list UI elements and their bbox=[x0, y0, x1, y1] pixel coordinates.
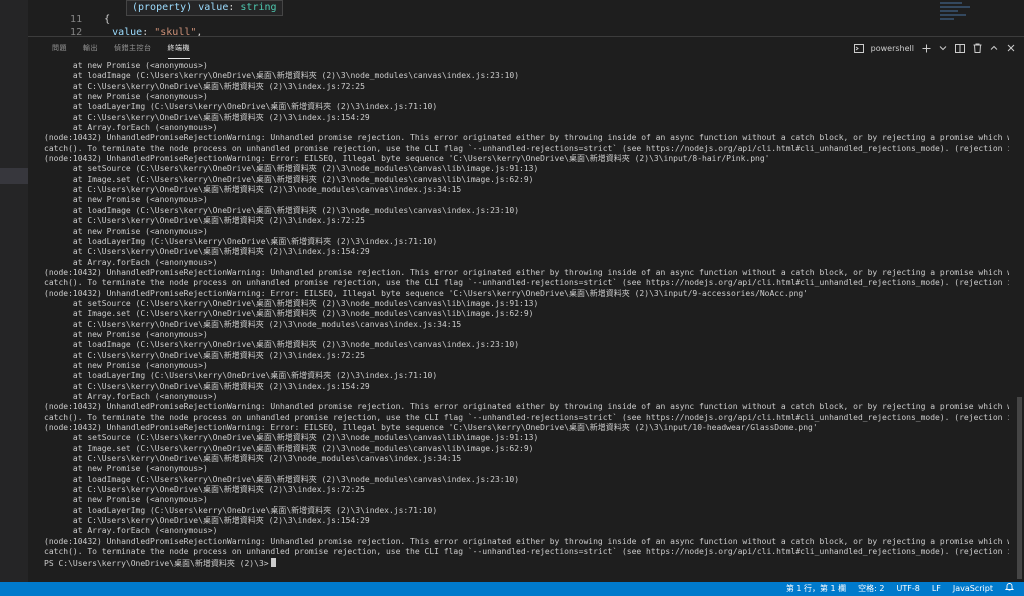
terminal-line: at setSource (C:\Users\kerry\OneDrive\桌面… bbox=[44, 298, 539, 308]
bottom-panel: 問題 輸出 偵錯主控台 終端機 powershell at new Promis… bbox=[28, 36, 1024, 583]
terminal-line: at C:\Users\kerry\OneDrive\桌面\新增資料夾 (2)\… bbox=[44, 319, 462, 329]
terminal-line: at new Promise (<anonymous>) bbox=[44, 195, 208, 205]
terminal-line: at new Promise (<anonymous>) bbox=[44, 226, 208, 236]
hover-tooltip: (property) value: string bbox=[126, 0, 283, 16]
terminal-line: at loadLayerImg (C:\Users\kerry\OneDrive… bbox=[44, 236, 438, 246]
plus-icon[interactable] bbox=[921, 41, 931, 55]
terminal-line: at C:\Users\kerry\OneDrive\桌面\新增資料夾 (2)\… bbox=[44, 81, 365, 91]
panel-actions: powershell bbox=[853, 37, 1016, 59]
status-cursor-position[interactable]: 第 1 行，第 1 欄 bbox=[786, 582, 846, 596]
terminal-output[interactable]: at new Promise (<anonymous>) at loadImag… bbox=[44, 61, 1009, 581]
close-icon[interactable] bbox=[1006, 41, 1016, 55]
terminal-line: catch(). To terminate the node process o… bbox=[44, 547, 1009, 557]
terminal-line: at C:\Users\kerry\OneDrive\桌面\新增資料夾 (2)\… bbox=[44, 185, 462, 195]
terminal-line: at new Promise (<anonymous>) bbox=[44, 329, 208, 339]
hover-name: value bbox=[198, 2, 229, 13]
chevron-up-icon[interactable] bbox=[989, 41, 999, 55]
terminal-line: (node:10432) UnhandledPromiseRejectionWa… bbox=[44, 402, 1009, 412]
terminal-line: at loadImage (C:\Users\kerry\OneDrive\桌面… bbox=[44, 205, 520, 215]
terminal-line: at C:\Users\kerry\OneDrive\桌面\新增資料夾 (2)\… bbox=[44, 516, 370, 526]
terminal-line: at loadLayerImg (C:\Users\kerry\OneDrive… bbox=[44, 505, 438, 515]
status-language[interactable]: JavaScript bbox=[953, 582, 993, 596]
shell-selector[interactable]: powershell bbox=[871, 44, 914, 53]
status-indentation[interactable]: 空格: 2 bbox=[858, 582, 884, 596]
terminal-scrollbar[interactable] bbox=[1017, 397, 1022, 579]
code-line: 13from: 1, bbox=[28, 26, 160, 36]
hover-type: string bbox=[240, 2, 277, 13]
code-string: "skull" bbox=[154, 27, 197, 36]
terminal-line: at setSource (C:\Users\kerry\OneDrive\桌面… bbox=[44, 433, 539, 443]
chevron-down-icon[interactable] bbox=[938, 41, 948, 55]
terminal-line: at loadLayerImg (C:\Users\kerry\OneDrive… bbox=[44, 102, 438, 112]
terminal-line: (node:10432) UnhandledPromiseRejectionWa… bbox=[44, 267, 1009, 277]
terminal-line: at Array.forEach (<anonymous>) bbox=[44, 257, 218, 267]
tab-debug-console[interactable]: 偵錯主控台 bbox=[106, 37, 160, 59]
status-line-ending[interactable]: LF bbox=[932, 582, 941, 596]
terminal-line: catch(). To terminate the node process o… bbox=[44, 278, 1009, 288]
text-cursor bbox=[270, 557, 276, 567]
terminal-line: at new Promise (<anonymous>) bbox=[44, 495, 208, 505]
sidebar-highlight bbox=[0, 168, 28, 184]
terminal-line: at Array.forEach (<anonymous>) bbox=[44, 392, 218, 401]
terminal-line: at Image.set (C:\Users\kerry\OneDrive\桌面… bbox=[44, 174, 534, 184]
terminal-line: at C:\Users\kerry\OneDrive\桌面\新增資料夾 (2)\… bbox=[44, 350, 365, 360]
terminal-line: at Array.forEach (<anonymous>) bbox=[44, 123, 218, 133]
code-line: 11{ bbox=[28, 0, 110, 25]
terminal-line: (node:10432) UnhandledPromiseRejectionWa… bbox=[44, 154, 770, 164]
terminal-line: catch(). To terminate the node process o… bbox=[44, 412, 1009, 422]
bell-icon[interactable] bbox=[1004, 582, 1015, 596]
terminal-line: (node:10432) UnhandledPromiseRejectionWa… bbox=[44, 133, 1009, 143]
sidebar-strip bbox=[0, 0, 29, 582]
code-editor[interactable]: 11{ 12value: "skull", 13from: 1, (proper… bbox=[28, 0, 1024, 36]
split-icon[interactable] bbox=[955, 41, 965, 55]
terminal-line: at Array.forEach (<anonymous>) bbox=[44, 526, 218, 536]
panel-tabs: 問題 輸出 偵錯主控台 終端機 bbox=[44, 37, 198, 59]
minimap[interactable] bbox=[940, 0, 980, 36]
terminal-line: at new Promise (<anonymous>) bbox=[44, 61, 208, 70]
terminal-line: at setSource (C:\Users\kerry\OneDrive\桌面… bbox=[44, 164, 539, 174]
terminal-line: catch(). To terminate the node process o… bbox=[44, 143, 1009, 153]
terminal-line: (node:10432) UnhandledPromiseRejectionWa… bbox=[44, 288, 809, 298]
terminal-line: (node:10432) UnhandledPromiseRejectionWa… bbox=[44, 536, 1009, 546]
terminal-line: at new Promise (<anonymous>) bbox=[44, 464, 208, 474]
terminal-prompt[interactable]: PS C:\Users\kerry\OneDrive\桌面\新增資料夾 (2)\… bbox=[44, 557, 1009, 568]
tab-output[interactable]: 輸出 bbox=[75, 37, 106, 59]
terminal-line: at Image.set (C:\Users\kerry\OneDrive\桌面… bbox=[44, 443, 534, 453]
terminal-line: at C:\Users\kerry\OneDrive\桌面\新增資料夾 (2)\… bbox=[44, 381, 370, 391]
tab-terminal[interactable]: 終端機 bbox=[160, 37, 199, 59]
status-bar: 第 1 行，第 1 欄 空格: 2 UTF-8 LF JavaScript bbox=[0, 582, 1024, 596]
terminal-line: at C:\Users\kerry\OneDrive\桌面\新增資料夾 (2)\… bbox=[44, 112, 370, 122]
terminal-line: at loadImage (C:\Users\kerry\OneDrive\桌面… bbox=[44, 474, 520, 484]
prompt-text: PS C:\Users\kerry\OneDrive\桌面\新增資料夾 (2)\… bbox=[44, 558, 269, 568]
terminal-line: at C:\Users\kerry\OneDrive\桌面\新增資料夾 (2)\… bbox=[44, 454, 462, 464]
terminal-line: at loadImage (C:\Users\kerry\OneDrive\桌面… bbox=[44, 71, 520, 81]
terminal-line: at Image.set (C:\Users\kerry\OneDrive\桌面… bbox=[44, 309, 534, 319]
terminal-line: (node:10432) UnhandledPromiseRejectionWa… bbox=[44, 423, 818, 433]
terminal-line: at C:\Users\kerry\OneDrive\桌面\新增資料夾 (2)\… bbox=[44, 247, 370, 257]
terminal-line: at C:\Users\kerry\OneDrive\桌面\新增資料夾 (2)\… bbox=[44, 485, 365, 495]
terminal-icon bbox=[853, 41, 864, 55]
terminal-line: at loadImage (C:\Users\kerry\OneDrive\桌面… bbox=[44, 340, 520, 350]
hover-prefix: (property) bbox=[132, 2, 193, 13]
tab-problems[interactable]: 問題 bbox=[44, 37, 75, 59]
terminal-line: at new Promise (<anonymous>) bbox=[44, 360, 208, 370]
terminal-line: at new Promise (<anonymous>) bbox=[44, 92, 208, 102]
terminal-line: at C:\Users\kerry\OneDrive\桌面\新增資料夾 (2)\… bbox=[44, 216, 365, 226]
terminal-line: at loadLayerImg (C:\Users\kerry\OneDrive… bbox=[44, 371, 438, 381]
trash-icon[interactable] bbox=[972, 41, 982, 55]
status-encoding[interactable]: UTF-8 bbox=[897, 582, 920, 596]
